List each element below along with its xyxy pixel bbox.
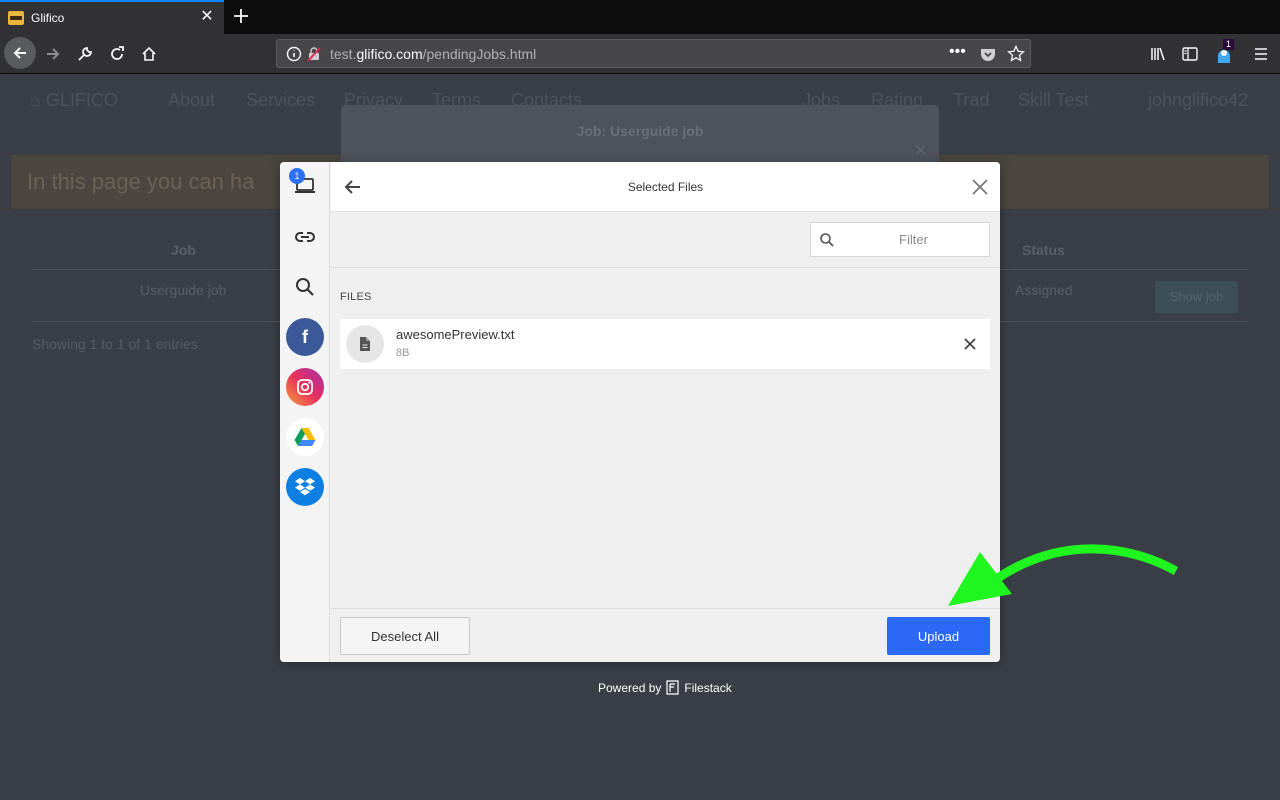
table-header-job[interactable]: Job [171,242,196,258]
table-info: Showing 1 to 1 of 1 entries [32,336,198,352]
wrench-icon [78,47,92,61]
nav-trad[interactable]: Trad [953,90,989,111]
show-job-button[interactable]: Show job [1155,281,1238,313]
dropbox-icon [286,468,324,506]
picker-header: Selected Files [331,162,1000,212]
file-size: 8B [396,347,410,359]
extension-badge: 1 [1223,39,1235,50]
powered-by-footer[interactable]: Powered by Filestack [598,680,732,695]
source-my-device[interactable]: 1 [285,166,325,206]
site-info-icon[interactable] [285,45,303,63]
pocket-icon[interactable] [979,45,997,63]
instagram-icon [286,368,324,406]
source-image-search[interactable] [285,267,325,307]
page-actions-icon[interactable]: ••• [949,43,967,61]
document-icon [360,337,370,351]
url-text[interactable]: test.glifico.com/pendingJobs.html [330,46,536,62]
file-thumbnail [346,325,384,363]
tab-glifico[interactable]: Glifico ✕ [0,0,224,34]
file-name: awesomePreview.txt [396,327,515,342]
nav-about[interactable]: About [168,90,215,111]
picker-footer: Deselect All Upload [331,608,1000,662]
link-icon [295,232,315,242]
forward-arrow-icon [47,48,60,60]
filestack-brand: Filestack [684,680,732,695]
library-icon[interactable] [1149,45,1167,63]
source-instagram[interactable] [285,367,325,407]
google-drive-icon [286,418,324,456]
reload-icon [111,46,124,60]
back-button[interactable] [4,37,36,69]
picker-toolbar [331,212,1000,268]
close-icon[interactable] [968,175,992,199]
glifico-favicon-icon [8,11,24,25]
files-section-label: FILES [340,291,372,303]
powered-by-text: Powered by [598,680,662,695]
insecure-lock-icon[interactable] [305,45,323,63]
facebook-icon: f [286,318,324,356]
bookmark-star-icon[interactable] [1007,45,1025,63]
source-facebook[interactable]: f [285,317,325,357]
search-icon [296,278,314,296]
menu-hamburger-icon[interactable] [1252,45,1270,63]
table-cell-job: Userguide job [140,282,227,298]
nav-skill-test[interactable]: Skill Test [1018,90,1089,111]
source-count-badge: 1 [289,168,305,184]
picker-title: Selected Files [627,180,704,194]
nav-user[interactable]: johnglifico42 [1148,90,1248,111]
tab-title: Glifico [31,11,65,25]
sidebar-toggle-icon[interactable] [1181,45,1199,63]
tab-bar: Glifico ✕ [0,0,1280,34]
source-dropbox[interactable] [285,467,325,507]
table-cell-status: Assigned [1015,282,1073,298]
job-modal-close-icon[interactable]: ✕ [914,141,927,161]
tab-close-icon[interactable]: ✕ [198,8,216,26]
file-picker-dialog: 1 f Selected Files Filter FILES awesomeP… [280,162,1000,662]
address-bar[interactable]: test.glifico.com/pendingJobs.html ••• [276,39,1031,68]
home-icon [142,46,156,61]
new-tab-icon[interactable] [229,4,253,28]
info-banner-text: In this page you can ha [27,169,255,194]
site-brand[interactable]: ⌂ GLIFICO [30,90,118,111]
picker-source-sidebar: 1 f [280,162,330,662]
navigation-toolbar: test.glifico.com/pendingJobs.html ••• 1 [0,34,1280,74]
deselect-all-button[interactable]: Deselect All [340,617,470,655]
search-icon [820,233,834,247]
filter-input[interactable] [841,223,986,256]
source-google-drive[interactable] [285,417,325,457]
table-header-status[interactable]: Status [1022,242,1065,258]
extension-button[interactable]: 1 [1212,39,1236,66]
remove-file-icon[interactable] [960,334,980,354]
back-arrow-icon [13,47,26,59]
reload-button[interactable] [101,38,133,70]
selected-file-row: awesomePreview.txt 8B [340,319,990,369]
devtools-button[interactable] [69,38,101,70]
nav-services[interactable]: Services [246,90,315,111]
job-modal-title: Job: Userguide job [576,123,704,139]
filestack-logo-icon [666,680,679,695]
upload-button[interactable]: Upload [887,617,990,655]
home-button[interactable] [133,38,165,70]
source-link[interactable] [285,217,325,257]
forward-button[interactable] [37,38,69,70]
filter-box[interactable] [810,222,990,257]
annotation-arrow-icon [948,544,1179,606]
